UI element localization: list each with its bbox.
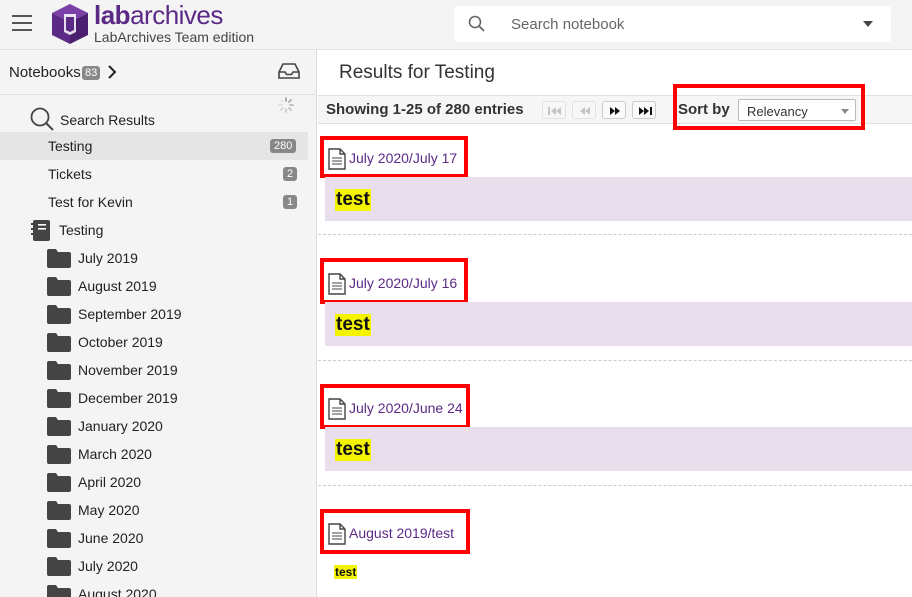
folder-item[interactable]: March 2020: [0, 440, 308, 468]
folder-item[interactable]: September 2019: [0, 300, 308, 328]
main-panel: Results for Testing Showing 1-25 of 280 …: [318, 50, 912, 597]
folder-label: September 2019: [78, 306, 182, 322]
chevron-right-icon[interactable]: [106, 63, 118, 81]
notebooks-count-badge: 83: [82, 66, 101, 80]
document-icon: [328, 273, 346, 295]
folder-item[interactable]: January 2020: [0, 412, 308, 440]
entry-snippet: test: [325, 427, 912, 471]
folder-icon: [47, 277, 71, 296]
entry-divider: [318, 234, 912, 235]
notebooks-label[interactable]: Notebooks: [9, 64, 81, 81]
folder-icon: [47, 473, 71, 492]
entry-link[interactable]: July 2020/July 16: [349, 275, 457, 291]
first-page-icon: [548, 107, 561, 115]
result-count-badge: 2: [283, 167, 298, 181]
folder-label: March 2020: [78, 446, 152, 462]
document-icon: [328, 148, 346, 170]
folder-item[interactable]: April 2020: [0, 468, 308, 496]
folder-label: October 2019: [78, 334, 163, 350]
entry-link[interactable]: July 2020/June 24: [349, 400, 463, 416]
notebooks-header[interactable]: Notebooks 83: [0, 50, 316, 95]
last-page-icon: [639, 107, 652, 115]
folder-item[interactable]: August 2019: [0, 272, 308, 300]
search-notebook-input[interactable]: Search notebook: [454, 6, 891, 42]
folder-item[interactable]: June 2020: [0, 524, 308, 552]
document-icon: [328, 523, 346, 545]
document-icon: [328, 398, 346, 420]
first-page-button[interactable]: [542, 101, 566, 119]
highlighted-match: test: [335, 314, 371, 336]
highlighted-match: test: [335, 439, 371, 461]
folder-label: July 2019: [78, 250, 138, 266]
search-icon: [468, 15, 485, 32]
search-results-node[interactable]: Search Results: [0, 104, 308, 132]
search-results-label: Search Results: [60, 112, 155, 128]
entries-count-label: Showing 1-25 of 280 entries: [326, 101, 524, 118]
folder-item[interactable]: May 2020: [0, 496, 308, 524]
folder-icon: [47, 249, 71, 268]
logo-wordmark[interactable]: labarchives: [94, 0, 223, 31]
folder-icon: [47, 557, 71, 576]
result-item-testing[interactable]: Testing 280: [0, 132, 308, 160]
folder-label: November 2019: [78, 362, 178, 378]
folder-label: August 2019: [78, 278, 157, 294]
folder-icon: [47, 529, 71, 548]
folder-label: December 2019: [78, 390, 178, 406]
result-count-badge: 1: [283, 195, 298, 209]
inbox-icon[interactable]: [277, 61, 301, 81]
search-placeholder: Search notebook: [511, 16, 625, 33]
edition-label: LabArchives Team edition: [94, 29, 255, 45]
folder-item[interactable]: July 2020: [0, 552, 308, 580]
entry-divider: [318, 360, 912, 361]
folder-label: May 2020: [78, 502, 140, 518]
notebook-node-testing[interactable]: Testing: [0, 216, 308, 244]
folder-item[interactable]: November 2019: [0, 356, 308, 384]
folder-icon: [47, 501, 71, 520]
entry-link[interactable]: July 2020/July 17: [349, 150, 457, 166]
highlighted-match: test: [335, 189, 371, 211]
top-bar: labarchives LabArchives Team edition Sea…: [0, 0, 912, 50]
folder-item[interactable]: December 2019: [0, 384, 308, 412]
entry-divider: [318, 485, 912, 486]
prev-page-icon: [580, 107, 590, 115]
notebook-label: Testing: [59, 222, 104, 238]
chevron-down-icon[interactable]: [863, 21, 873, 27]
folder-icon: [47, 333, 71, 352]
result-item-test-for-kevin[interactable]: Test for Kevin 1: [0, 188, 308, 216]
folder-icon: [47, 389, 71, 408]
folder-item[interactable]: October 2019: [0, 328, 308, 356]
notebook-icon: [31, 220, 50, 241]
prev-page-button[interactable]: [572, 101, 596, 119]
folder-label: August 2020: [78, 586, 157, 597]
result-item-tickets[interactable]: Tickets 2: [0, 160, 308, 188]
folder-label: April 2020: [78, 474, 142, 490]
entry-snippet: test: [325, 177, 912, 221]
entry-link[interactable]: August 2019/test: [349, 525, 454, 541]
hamburger-icon[interactable]: [12, 15, 32, 33]
folder-icon: [47, 585, 71, 597]
highlighted-match: test: [334, 565, 358, 579]
folder-icon: [47, 417, 71, 436]
folder-item[interactable]: July 2019: [0, 244, 308, 272]
sidebar: Notebooks 83 Search Results Testing 280 …: [0, 50, 317, 597]
folder-label: January 2020: [78, 418, 163, 434]
folder-label: June 2020: [78, 530, 144, 546]
annotation-highlight-sort: [673, 84, 865, 130]
result-count-badge: 280: [270, 139, 297, 153]
next-page-icon: [610, 107, 620, 115]
folder-icon: [47, 305, 71, 324]
folder-icon: [47, 361, 71, 380]
entry-snippet: test: [325, 302, 912, 346]
result-item-label: Test for Kevin: [48, 194, 133, 210]
result-item-label: Testing: [48, 138, 93, 154]
folder-label: July 2020: [78, 558, 138, 574]
magnifier-icon: [30, 107, 54, 131]
next-page-button[interactable]: [602, 101, 626, 119]
folder-icon: [47, 445, 71, 464]
result-item-label: Tickets: [48, 166, 92, 182]
logo-cube-icon[interactable]: [50, 2, 90, 46]
last-page-button[interactable]: [632, 101, 656, 119]
folder-item[interactable]: August 2020: [0, 580, 308, 597]
page-title: Results for Testing: [339, 62, 495, 83]
